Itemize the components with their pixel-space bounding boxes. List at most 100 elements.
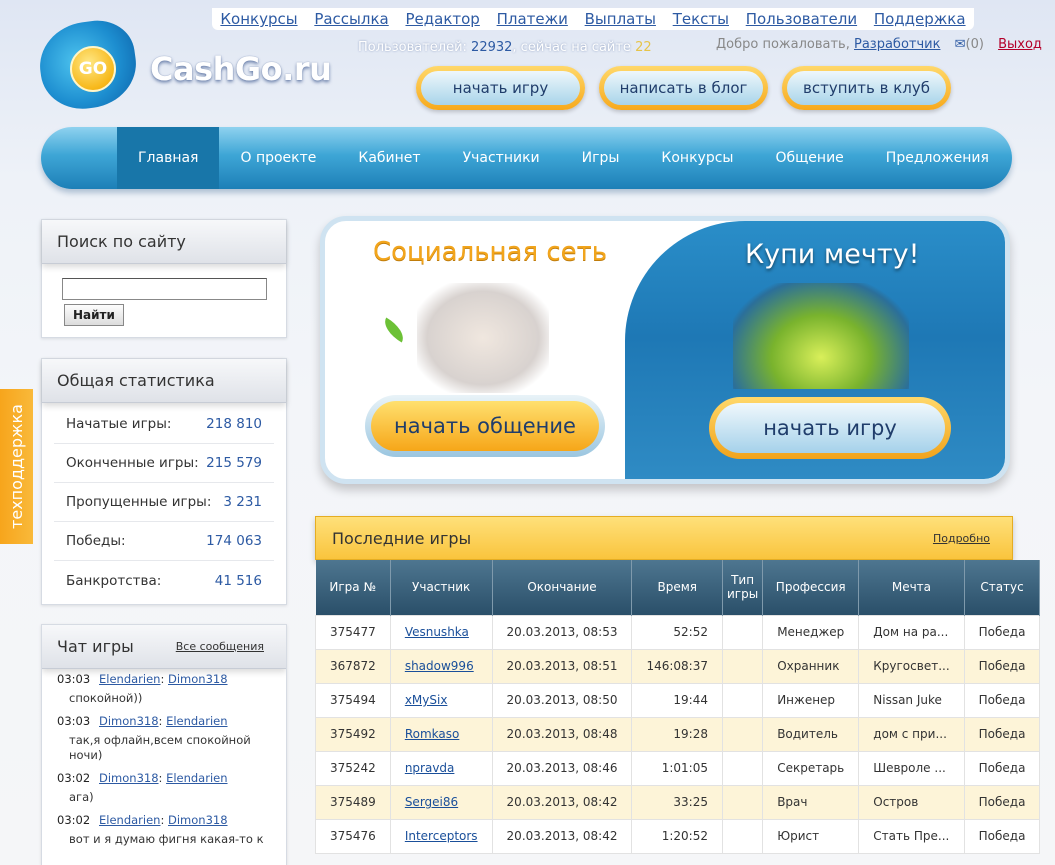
join-club-button[interactable]: вступить в клуб — [782, 66, 951, 110]
profile-link[interactable]: Разработчик — [854, 37, 940, 52]
island-image — [733, 283, 909, 389]
participant-link[interactable]: Vesnushka — [405, 625, 469, 639]
cell-participant: npravda — [389, 750, 493, 786]
nav-cabinet[interactable]: Кабинет — [337, 127, 441, 189]
chat-to-link[interactable]: Elendarien — [166, 714, 227, 728]
top-link-texts[interactable]: Тексты — [673, 10, 729, 28]
chat-time: 03:03 — [57, 672, 91, 686]
col-dream: Мечта — [858, 560, 965, 615]
mail-icon[interactable]: ✉ — [955, 37, 966, 52]
search-button[interactable]: Найти — [64, 304, 124, 326]
chat-message: 03:03 Dimon318: Elendarien так,я офлайн,в… — [57, 714, 286, 763]
cell-game-type — [721, 750, 764, 786]
participant-link[interactable]: Interceptors — [405, 829, 478, 843]
cell-game-number: 375476 — [315, 818, 391, 854]
cell-profession: Водитель — [762, 716, 860, 752]
stat-value: 41 516 — [214, 572, 262, 589]
cell-profession: Инженер — [762, 682, 860, 718]
cell-profession: Охранник — [762, 648, 860, 684]
start-chat-button[interactable]: начать общение — [365, 395, 605, 457]
banner-dream-title: Купи мечту! — [745, 239, 920, 270]
search-panel-title: Поиск по сайту — [57, 232, 186, 251]
chat-message: 03:03 Elendarien: Dimon318 спокойной)) — [57, 672, 286, 706]
chat-to-link[interactable]: Dimon318 — [168, 672, 228, 686]
mail-count[interactable]: (0) — [966, 37, 984, 52]
top-links: Конкурсы Рассылка Редактор Платежи Выпла… — [212, 8, 974, 30]
start-game-banner-label: начать игру — [715, 403, 945, 453]
top-link-payments[interactable]: Платежи — [497, 10, 568, 28]
chat-to-link[interactable]: Elendarien — [166, 771, 227, 785]
cell-finish-time: 20.03.2013, 08:53 — [491, 614, 633, 650]
write-blog-button[interactable]: написать в блог — [599, 66, 768, 110]
chat-from-link[interactable]: Elendarien — [99, 672, 160, 686]
cell-status: Победа — [963, 716, 1041, 752]
stat-row: Начатые игры: 218 810 — [54, 405, 274, 444]
nav-communication[interactable]: Общение — [754, 127, 864, 189]
cell-dream: дом с при... — [858, 716, 965, 752]
nav-about[interactable]: О проекте — [219, 127, 337, 189]
stats-list: Начатые игры: 218 810 Оконченные игры: 215… — [42, 403, 286, 600]
cell-profession: Врач — [762, 784, 860, 820]
cell-profession: Секретарь — [762, 750, 860, 786]
top-link-mailing[interactable]: Рассылка — [314, 10, 388, 28]
cell-duration: 52:52 — [631, 614, 723, 650]
top-link-editor[interactable]: Редактор — [405, 10, 479, 28]
cell-profession: Юрист — [762, 818, 860, 854]
search-input[interactable] — [62, 278, 267, 300]
nav-members[interactable]: Участники — [442, 127, 561, 189]
participant-link[interactable]: Romkaso — [405, 727, 460, 741]
cell-duration: 146:08:37 — [631, 648, 723, 684]
nav-games[interactable]: Игры — [561, 127, 641, 189]
chat-text: вот и я думаю фигня какая-то к — [69, 832, 264, 846]
top-link-users[interactable]: Пользователи — [746, 10, 857, 28]
banner-social-title: Социальная сеть — [373, 237, 608, 267]
cell-game-number: 375242 — [315, 750, 391, 786]
cell-game-number: 375492 — [315, 716, 391, 752]
logout-link[interactable]: Выход — [998, 37, 1042, 52]
start-game-header-button[interactable]: начать игру — [416, 66, 585, 110]
cell-dream: Стать Пре... — [858, 818, 965, 854]
cell-status: Победа — [963, 818, 1041, 854]
participant-link[interactable]: shadow996 — [405, 659, 474, 673]
latest-games-title: Последние игры — [332, 528, 472, 548]
cell-duration: 1:01:05 — [631, 750, 723, 786]
chat-all-messages-link[interactable]: Все сообщения — [176, 640, 264, 653]
participant-link[interactable]: xMySix — [405, 693, 448, 707]
top-link-support[interactable]: Поддержка — [874, 10, 966, 28]
stat-label: Пропущенные игры: — [66, 494, 212, 510]
chat-to-link[interactable]: Dimon318 — [168, 813, 228, 827]
chat-from-link[interactable]: Elendarien — [99, 813, 160, 827]
cell-game-number: 375489 — [315, 784, 391, 820]
top-link-contests[interactable]: Конкурсы — [220, 10, 297, 28]
stat-row: Победы: 174 063 — [54, 522, 274, 561]
nav-home[interactable]: Главная — [117, 127, 220, 189]
cell-duration: 1:20:52 — [631, 818, 723, 854]
cell-duration: 19:28 — [631, 716, 723, 752]
leaf-icon — [379, 317, 409, 343]
cell-status: Победа — [963, 648, 1041, 684]
chat-panel-header: Чат игры Все сообщения — [42, 625, 286, 669]
latest-games-more-link[interactable]: Подробно — [933, 532, 990, 545]
participant-link[interactable]: Sergei86 — [405, 795, 458, 809]
start-game-banner-button[interactable]: начать игру — [709, 397, 951, 459]
chat-from-link[interactable]: Dimon318 — [99, 714, 159, 728]
start-game-header-label: начать игру — [421, 71, 580, 105]
logo-go-badge: GO — [70, 46, 116, 92]
cell-finish-time: 20.03.2013, 08:50 — [491, 682, 633, 718]
participant-link[interactable]: npravda — [405, 761, 455, 775]
cell-participant: xMySix — [389, 682, 493, 718]
nav-offers[interactable]: Предложения — [865, 127, 1010, 189]
cell-dream: Дом на ра... — [858, 614, 965, 650]
chat-panel-title: Чат игры — [57, 637, 134, 656]
chat-message: 03:02 Elendarien: Dimon318 вот и я думаю … — [57, 813, 286, 847]
cell-finish-time: 20.03.2013, 08:46 — [491, 750, 633, 786]
latest-games-header: Последние игры Подробно — [315, 516, 1013, 560]
nav-contests[interactable]: Конкурсы — [640, 127, 754, 189]
search-panel: Поиск по сайту Найти — [41, 219, 287, 338]
cell-game-type — [721, 648, 764, 684]
write-blog-label: написать в блог — [604, 71, 763, 105]
tech-support-tab[interactable]: техподдержка — [0, 389, 33, 544]
logo-text[interactable]: CashGo.ru — [150, 50, 332, 88]
top-link-payouts[interactable]: Выплаты — [585, 10, 656, 28]
chat-from-link[interactable]: Dimon318 — [99, 771, 159, 785]
